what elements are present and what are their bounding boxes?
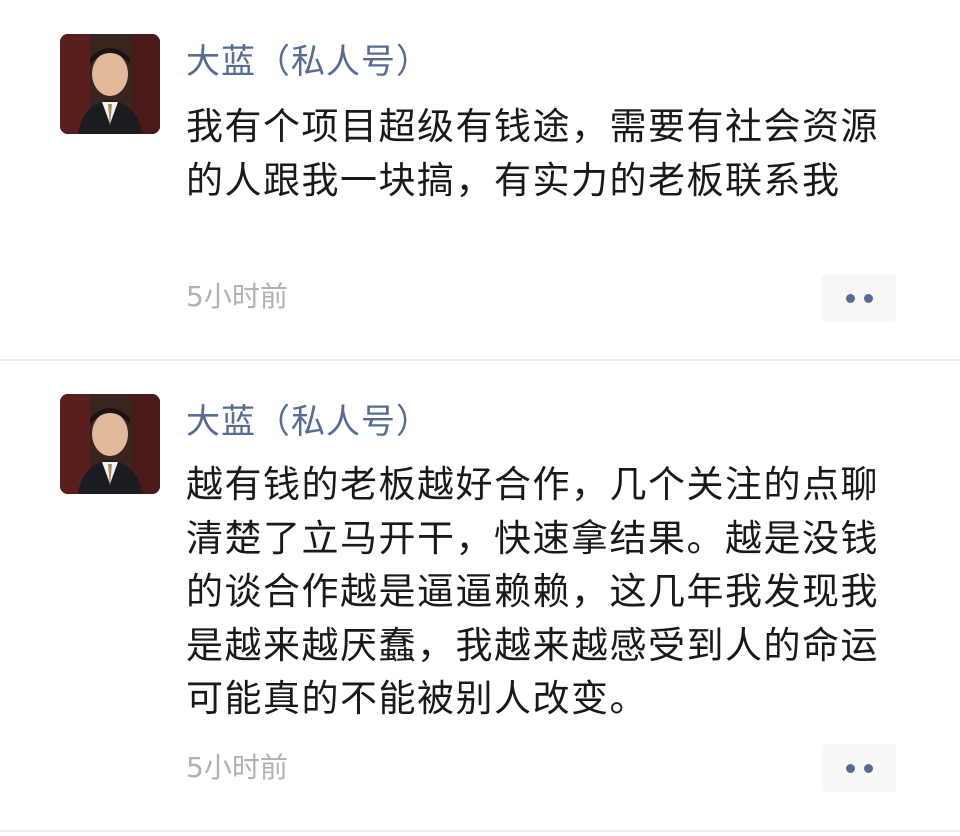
moments-feed: 大蓝（私人号） 我有个项目超级有钱途，需要有社会资源的人跟我一块搞，有实力的老板…	[0, 0, 960, 836]
avatar[interactable]	[60, 394, 160, 494]
post-timestamp: 5小时前	[186, 751, 288, 784]
more-dot-icon	[845, 293, 855, 303]
moment-post: 大蓝（私人号） 越有钱的老板越好合作，几个关注的点聊清楚了立马开干，快速拿结果。…	[0, 362, 960, 832]
more-dot-icon	[845, 763, 855, 773]
divider	[0, 359, 960, 361]
avatar[interactable]	[60, 34, 160, 134]
avatar-portrait-image	[60, 394, 160, 494]
more-dot-icon	[863, 293, 873, 303]
post-text: 越有钱的老板越好合作，几个关注的点聊清楚了立马开干，快速拿结果。越是没钱的谈合作…	[186, 463, 879, 720]
author-name[interactable]: 大蓝（私人号）	[186, 402, 431, 442]
divider	[0, 830, 960, 832]
post-timestamp: 5小时前	[186, 280, 288, 313]
post-text: 我有个项目超级有钱途，需要有社会资源的人跟我一块搞，有实力的老板联系我	[186, 105, 879, 202]
author-name[interactable]: 大蓝（私人号）	[186, 42, 431, 82]
more-dot-icon	[863, 763, 873, 773]
more-actions-button[interactable]	[822, 744, 896, 792]
moment-post: 大蓝（私人号） 我有个项目超级有钱途，需要有社会资源的人跟我一块搞，有实力的老板…	[0, 0, 960, 360]
avatar-portrait-image	[60, 34, 160, 134]
more-actions-button[interactable]	[822, 274, 896, 322]
